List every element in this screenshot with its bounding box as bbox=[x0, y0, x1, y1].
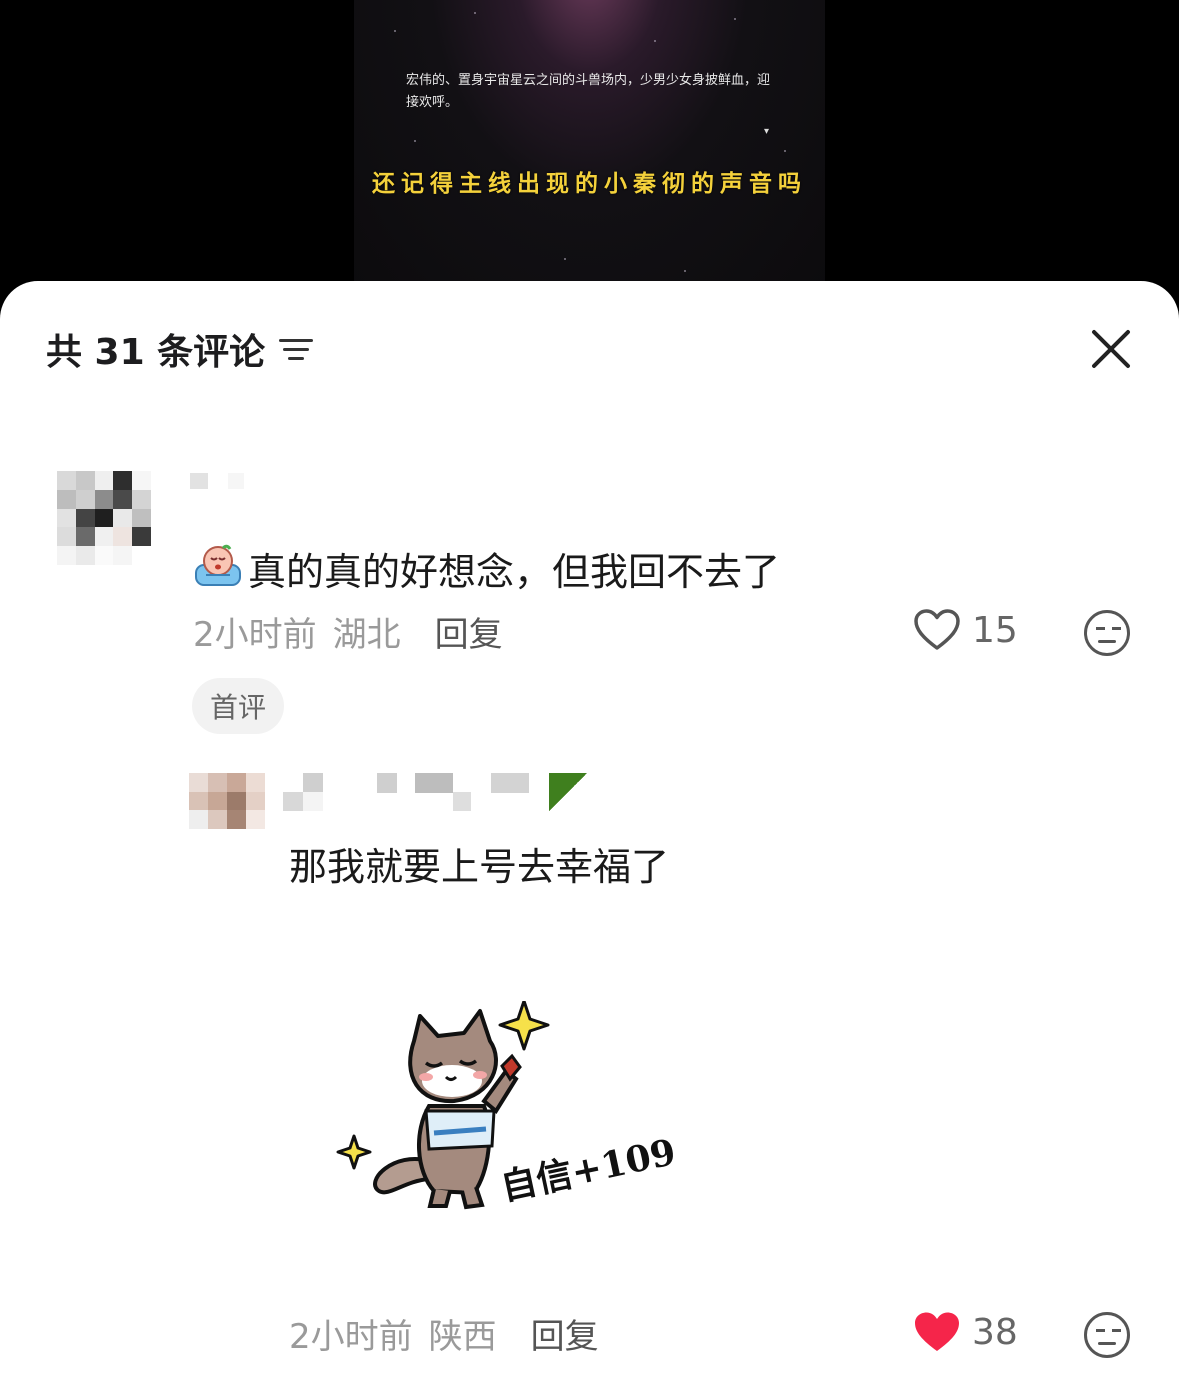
crying-baby-emoji bbox=[192, 543, 244, 591]
nickname-blurred[interactable] bbox=[283, 773, 587, 811]
comment-time: 2小时前 bbox=[193, 615, 317, 655]
avatar[interactable] bbox=[57, 471, 151, 565]
star bbox=[394, 30, 396, 32]
close-icon[interactable] bbox=[1089, 327, 1133, 371]
star bbox=[684, 270, 686, 272]
video-subtitle: 还记得主线出现的小秦彻的声音吗 bbox=[372, 171, 807, 197]
sheet-header: 共 31 条评论 bbox=[46, 321, 314, 377]
reply-button[interactable]: 回复 bbox=[531, 1309, 599, 1358]
comment-location: 陕西 bbox=[428, 1317, 497, 1357]
like-count: 38 bbox=[972, 1311, 1018, 1353]
sort-lines-icon[interactable] bbox=[279, 335, 314, 363]
avatar[interactable] bbox=[189, 773, 265, 829]
comment-meta: 2小时前 陕西 回复 bbox=[289, 1309, 599, 1358]
reply-button[interactable]: 回复 bbox=[435, 607, 503, 656]
video-area[interactable]: 宏伟的、置身宇宙星云之间的斗兽场内，少男少女身披鲜血，迎接欢呼。 ▾ 还记得主线… bbox=[0, 0, 1179, 300]
cat-sticker[interactable]: 自信+109 bbox=[334, 999, 679, 1221]
heart-outline-icon bbox=[914, 609, 960, 650]
first-comment-badge: 首评 bbox=[192, 678, 285, 734]
comment-sheet: 共 31 条评论 真的真的好想念，但我回不去了 2小时前 湖北 回复 15 首评… bbox=[0, 281, 1179, 1376]
comment-body: 真的真的好想念，但我回不去了 bbox=[248, 550, 781, 594]
like-count: 15 bbox=[972, 609, 1018, 651]
comment-body: 那我就要上号去幸福了 bbox=[289, 845, 670, 889]
star bbox=[654, 40, 656, 42]
expressionless-face-icon[interactable] bbox=[1084, 610, 1130, 656]
video-frame[interactable]: 宏伟的、置身宇宙星云之间的斗兽场内，少男少女身披鲜血，迎接欢呼。 ▾ 还记得主线… bbox=[354, 0, 825, 300]
heart-filled-icon bbox=[915, 1312, 959, 1351]
expand-caret-icon[interactable]: ▾ bbox=[764, 126, 769, 137]
star bbox=[474, 12, 476, 14]
comment-text: 真的真的好想念，但我回不去了 bbox=[192, 543, 780, 596]
star bbox=[734, 18, 736, 20]
expressionless-face-icon[interactable] bbox=[1084, 1312, 1130, 1358]
comment-meta: 2小时前 湖北 回复 bbox=[193, 607, 503, 656]
comment-count-title: 共 31 条评论 bbox=[46, 332, 266, 373]
star bbox=[564, 258, 566, 260]
nickname-blurred[interactable] bbox=[190, 473, 244, 489]
comment-location: 湖北 bbox=[332, 615, 401, 655]
like-button[interactable]: 38 bbox=[914, 1311, 1018, 1353]
comment-time: 2小时前 bbox=[289, 1317, 413, 1357]
star bbox=[414, 140, 416, 142]
like-button[interactable]: 15 bbox=[914, 609, 1018, 651]
video-description: 宏伟的、置身宇宙星云之间的斗兽场内，少男少女身披鲜血，迎接欢呼。 bbox=[406, 73, 771, 110]
star bbox=[784, 150, 786, 152]
